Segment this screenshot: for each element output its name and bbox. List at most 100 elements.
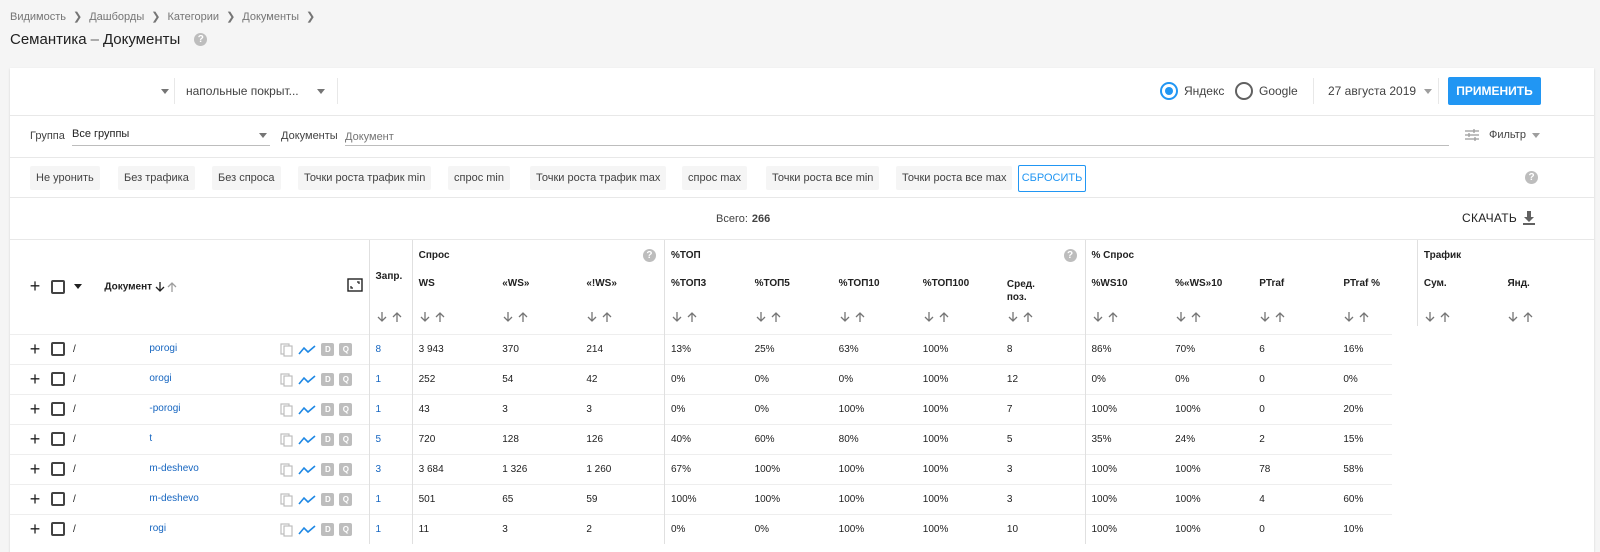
requests-link[interactable]: 3 xyxy=(376,464,382,475)
row-checkbox[interactable] xyxy=(51,402,66,416)
project-select[interactable] xyxy=(10,78,175,104)
requests-link[interactable]: 5 xyxy=(376,434,382,445)
filter-button[interactable]: Фильтр xyxy=(1465,129,1540,141)
d-badge-icon[interactable]: D xyxy=(321,493,335,506)
help-icon[interactable]: ? xyxy=(1525,171,1538,184)
plus-icon[interactable]: + xyxy=(28,519,42,540)
col-quoted-ws[interactable]: «WS» xyxy=(496,270,580,304)
sort-arrows-icon[interactable] xyxy=(1007,311,1037,323)
sort-arrows-icon[interactable] xyxy=(502,311,532,323)
q-badge-icon[interactable]: Q xyxy=(339,403,353,416)
col-quoted-ws10[interactable]: %«WS»10 xyxy=(1169,270,1253,304)
col-avg-pos[interactable]: Сред. поз. xyxy=(1001,270,1085,304)
requests-link[interactable]: 1 xyxy=(376,494,382,505)
d-badge-icon[interactable]: D xyxy=(321,373,335,386)
d-badge-icon[interactable]: D xyxy=(321,403,335,416)
d-badge-icon[interactable]: D xyxy=(321,433,335,446)
sort-arrows-icon[interactable] xyxy=(839,311,869,323)
col-ws10[interactable]: %WS10 xyxy=(1084,270,1170,304)
q-badge-icon[interactable]: Q xyxy=(339,343,353,356)
sort-arrows-icon[interactable] xyxy=(419,311,449,323)
col-ws[interactable]: WS xyxy=(411,270,497,304)
date-select[interactable]: 27 августа 2019 xyxy=(1313,78,1433,104)
document-header-label[interactable]: Документ xyxy=(104,281,152,292)
help-icon[interactable]: ? xyxy=(642,249,656,262)
document-link[interactable]: porogi xyxy=(149,343,177,354)
document-link[interactable]: t xyxy=(149,433,152,444)
document-search-input[interactable] xyxy=(345,128,1449,146)
quick-filter-chip[interactable]: спрос min xyxy=(448,166,510,190)
document-link[interactable]: rogi xyxy=(149,523,166,534)
quick-filter-chip[interactable]: Без трафика xyxy=(118,166,195,190)
download-button[interactable]: СКАЧАТЬ xyxy=(1462,211,1536,225)
sort-arrows-icon[interactable] xyxy=(671,311,701,323)
document-link[interactable]: m-deshevo xyxy=(149,463,198,474)
table-row[interactable]: + / t D Q 5 720 128 126 40% 60% 80% 100% 5 35% 24% 2 15% xyxy=(10,423,1594,454)
row-checkbox[interactable] xyxy=(51,432,66,446)
sort-arrows-icon[interactable] xyxy=(1424,311,1454,323)
plus-icon[interactable]: + xyxy=(28,429,42,450)
d-badge-icon[interactable]: D xyxy=(321,463,335,476)
requests-link[interactable]: 8 xyxy=(376,344,382,355)
breadcrumb-visibility[interactable]: Видимость xyxy=(10,11,66,23)
plus-icon[interactable]: + xyxy=(28,369,42,390)
quick-filter-chip[interactable]: Точки роста трафик max xyxy=(530,166,667,190)
sort-arrows-icon[interactable] xyxy=(155,281,179,293)
quick-filter-chip[interactable]: спрос max xyxy=(682,166,748,190)
q-badge-icon[interactable]: Q xyxy=(339,463,353,476)
engine-radio-google[interactable]: Google xyxy=(1235,82,1298,100)
category-select[interactable]: напольные покрыт... xyxy=(186,78,338,104)
sort-arrows-icon[interactable] xyxy=(755,311,785,323)
sort-arrows-icon[interactable] xyxy=(376,311,406,323)
trend-chart-icon[interactable] xyxy=(298,404,316,416)
requests-link[interactable]: 1 xyxy=(376,524,382,535)
col-ptraf[interactable]: PTraf xyxy=(1253,270,1337,304)
table-row[interactable]: + / rogi D Q 1 11 3 2 0% 0% 100% 100% 10 100% 100% 0 10% xyxy=(10,513,1594,544)
document-link[interactable]: -porogi xyxy=(149,403,180,414)
sort-arrows-icon[interactable] xyxy=(1259,311,1289,323)
plus-icon[interactable]: + xyxy=(28,459,42,480)
breadcrumb-categories[interactable]: Категории xyxy=(167,11,219,23)
trend-chart-icon[interactable] xyxy=(298,344,316,356)
trend-chart-icon[interactable] xyxy=(298,434,316,446)
sort-arrows-icon[interactable] xyxy=(586,311,616,323)
col-ptraf-pct[interactable]: PTraf % xyxy=(1337,270,1417,304)
document-link[interactable]: orogi xyxy=(149,373,171,384)
quick-filter-chip[interactable]: Точки роста все max xyxy=(896,166,1013,190)
col-traffic-yandex[interactable]: Янд. xyxy=(1501,270,1594,304)
copy-icon[interactable] xyxy=(280,432,293,447)
quick-filter-chip[interactable]: Точки роста трафик min xyxy=(298,166,432,190)
row-checkbox[interactable] xyxy=(51,372,66,386)
col-top10[interactable]: %ТОП10 xyxy=(833,270,917,304)
copy-icon[interactable] xyxy=(280,492,293,507)
table-row[interactable]: + / m-deshevo D Q 3 3 684 1 326 1 260 67% 100% 100%… xyxy=(10,453,1594,484)
d-badge-icon[interactable]: D xyxy=(321,523,335,536)
col-exact-ws[interactable]: «!WS» xyxy=(580,270,664,304)
requests-link[interactable]: 1 xyxy=(376,404,382,415)
document-link[interactable]: m-deshevo xyxy=(149,493,198,504)
quick-filter-chip[interactable]: Точки роста все min xyxy=(766,166,880,190)
table-row[interactable]: + / porogi D Q 8 3 943 370 214 13% 25% 63% 100% 8 86% 7… xyxy=(10,333,1594,364)
apply-button[interactable]: ПРИМЕНИТЬ xyxy=(1448,77,1541,105)
sort-arrows-icon[interactable] xyxy=(1092,311,1122,323)
plus-icon[interactable]: + xyxy=(28,399,42,420)
breadcrumb-documents[interactable]: Документы xyxy=(242,11,299,23)
trend-chart-icon[interactable] xyxy=(298,524,316,536)
select-all-checkbox[interactable] xyxy=(51,279,66,294)
q-badge-icon[interactable]: Q xyxy=(339,523,353,536)
plus-icon[interactable]: + xyxy=(28,339,42,360)
row-checkbox[interactable] xyxy=(51,522,66,537)
engine-radio-yandex[interactable]: Яндекс xyxy=(1160,82,1224,100)
reset-button[interactable]: СБРОСИТЬ xyxy=(1018,165,1086,192)
sort-arrows-icon[interactable] xyxy=(1175,311,1205,323)
expand-columns-icon[interactable] xyxy=(346,278,363,292)
plus-icon[interactable]: + xyxy=(28,489,42,510)
q-badge-icon[interactable]: Q xyxy=(339,373,353,386)
sort-arrows-icon[interactable] xyxy=(1507,311,1537,323)
group-select[interactable]: Все группы xyxy=(72,128,270,146)
col-top100[interactable]: %ТОП100 xyxy=(917,270,1001,304)
trend-chart-icon[interactable] xyxy=(298,374,316,386)
copy-icon[interactable] xyxy=(280,342,293,357)
d-badge-icon[interactable]: D xyxy=(321,343,335,356)
sort-arrows-icon[interactable] xyxy=(1343,311,1373,323)
